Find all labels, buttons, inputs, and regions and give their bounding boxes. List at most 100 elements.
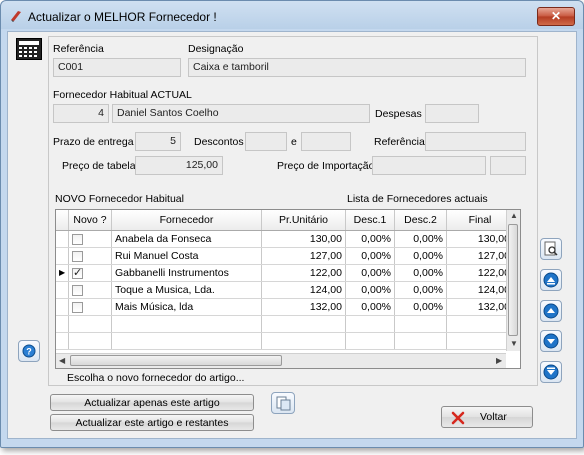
col-header-final[interactable]: Final: [446, 210, 514, 231]
window-title: Actualizar o MELHOR Fornecedor !: [28, 10, 217, 24]
preco-tabela-label: Preço de tabela: [62, 160, 136, 172]
table-row-empty: [56, 332, 514, 350]
cancel-x-icon: [451, 411, 465, 425]
designacao-label: Designação: [188, 43, 244, 55]
dialog-window: Actualizar o MELHOR Fornecedor ! ✕ ? Ref…: [0, 0, 584, 448]
row-indicator: [56, 281, 69, 299]
fornecedor-cell: Toque a Musica, Lda.: [111, 281, 262, 299]
copy-button[interactable]: [271, 392, 295, 414]
preview-button[interactable]: [540, 238, 562, 260]
fornecedor-cell: Gabbanelli Instrumentos: [111, 264, 262, 282]
hint-text: Escolha o novo fornecedor do artigo...: [67, 372, 245, 384]
next-icon: [543, 333, 559, 349]
referencia-label: Referência: [53, 43, 104, 55]
descontos-field-1[interactable]: [245, 132, 287, 151]
final-cell: 132,00: [446, 298, 514, 316]
suppliers-table: Novo ? Fornecedor Pr.Unitário Desc.1 Des…: [56, 210, 514, 350]
horizontal-scroll-thumb[interactable]: [70, 355, 282, 366]
prazo-label: Prazo de entrega: [53, 136, 134, 148]
svg-text:?: ?: [26, 347, 32, 357]
table-row[interactable]: Toque a Musica, Lda. 124,00 0,00% 0,00% …: [56, 281, 514, 299]
col-header-desc2[interactable]: Desc.2: [394, 210, 447, 231]
fornecedor-cell: Mais Música, lda: [111, 298, 262, 316]
preco-cell: 130,00: [261, 230, 346, 248]
horizontal-scrollbar[interactable]: ◀ ▶: [56, 353, 506, 368]
despesas-label: Despesas: [375, 108, 422, 120]
scroll-up-icon[interactable]: ▲: [510, 211, 518, 220]
fornecedor-cell: Rui Manuel Costa: [111, 247, 262, 265]
referencia2-field[interactable]: [425, 132, 526, 151]
preco-importacao-field-2[interactable]: [490, 156, 526, 175]
table-row[interactable]: Rui Manuel Costa 127,00 0,00% 0,00% 127,…: [56, 247, 514, 265]
prazo-field[interactable]: 5: [135, 132, 181, 151]
help-button[interactable]: ?: [18, 340, 40, 362]
col-header-preco[interactable]: Pr.Unitário: [261, 210, 346, 231]
descontos-field-2[interactable]: [301, 132, 351, 151]
row-indicator: [56, 230, 69, 248]
final-cell: 122,00: [446, 264, 514, 282]
novo-checkbox[interactable]: [72, 233, 83, 245]
fornecedor-num-field[interactable]: 4: [53, 104, 109, 123]
desc1-cell: 0,00%: [345, 230, 395, 248]
desc2-cell: 0,00%: [394, 281, 447, 299]
despesas-field[interactable]: [425, 104, 479, 123]
desc1-cell: 0,00%: [345, 298, 395, 316]
prev-button[interactable]: [540, 300, 562, 322]
desc1-cell: 0,00%: [345, 281, 395, 299]
voltar-button[interactable]: Voltar: [441, 406, 533, 428]
referencia-field[interactable]: C001: [53, 58, 181, 77]
table-row-empty: [56, 315, 514, 333]
first-button[interactable]: [540, 269, 562, 291]
desc2-cell: 0,00%: [394, 264, 447, 282]
voltar-label: Voltar: [480, 411, 507, 423]
table-row[interactable]: Anabela da Fonseca 130,00 0,00% 0,00% 13…: [56, 230, 514, 248]
novo-checkbox[interactable]: [72, 250, 83, 262]
current-row-arrow-icon: ▶: [59, 268, 66, 277]
last-icon: [543, 364, 559, 380]
preco-cell: 122,00: [261, 264, 346, 282]
copy-icon: [276, 396, 291, 411]
preview-icon: [544, 241, 558, 256]
col-header-desc1[interactable]: Desc.1: [345, 210, 395, 231]
suppliers-grid[interactable]: Novo ? Fornecedor Pr.Unitário Desc.1 Des…: [55, 209, 521, 369]
fornecedor-nome-field[interactable]: Daniel Santos Coelho: [112, 104, 370, 123]
col-header-fornecedor[interactable]: Fornecedor: [111, 210, 262, 231]
preco-cell: 127,00: [261, 247, 346, 265]
dialog-client: ? Referência C001 Designação Caixa e tam…: [7, 31, 577, 439]
novo-checkbox[interactable]: [72, 301, 83, 313]
descontos-e-label: e: [291, 136, 297, 148]
scroll-down-icon[interactable]: ▼: [510, 339, 518, 348]
scroll-right-icon[interactable]: ▶: [496, 356, 502, 365]
col-header-novo[interactable]: Novo ?: [68, 210, 112, 231]
actualizar-apenas-button[interactable]: Actualizar apenas este artigo: [50, 394, 254, 411]
preco-cell: 124,00: [261, 281, 346, 299]
descontos-label: Descontos: [194, 136, 244, 148]
scroll-left-icon[interactable]: ◀: [59, 356, 65, 365]
desc1-cell: 0,00%: [345, 264, 395, 282]
table-row[interactable]: Mais Música, lda 132,00 0,00% 0,00% 132,…: [56, 298, 514, 316]
row-indicator: ▶: [56, 264, 69, 282]
preco-importacao-field-1[interactable]: [372, 156, 486, 175]
prev-icon: [543, 303, 559, 319]
table-row[interactable]: ▶ Gabbanelli Instrumentos 122,00 0,00% 0…: [56, 264, 514, 282]
app-icon: [11, 11, 21, 22]
last-button[interactable]: [540, 361, 562, 383]
referencia2-label: Referência: [374, 136, 425, 148]
vertical-scroll-thumb[interactable]: [508, 224, 518, 336]
final-cell: 124,00: [446, 281, 514, 299]
designacao-field[interactable]: Caixa e tamboril: [188, 58, 526, 77]
novo-checkbox[interactable]: [72, 284, 83, 296]
vertical-scrollbar[interactable]: ▲ ▼: [506, 210, 520, 351]
row-indicator: [56, 247, 69, 265]
next-button[interactable]: [540, 330, 562, 352]
help-icon: ?: [22, 344, 36, 358]
preco-importacao-label: Preço de Importação: [277, 160, 375, 172]
novo-checkbox[interactable]: [72, 266, 83, 279]
preco-tabela-field[interactable]: 125,00: [135, 156, 223, 175]
desc2-cell: 0,00%: [394, 298, 447, 316]
close-button[interactable]: ✕: [537, 7, 575, 26]
calculator-icon[interactable]: [16, 38, 42, 60]
fornecedor-cell: Anabela da Fonseca: [111, 230, 262, 248]
first-icon: [543, 272, 559, 288]
actualizar-restantes-button[interactable]: Actualizar este artigo e restantes: [50, 414, 254, 431]
